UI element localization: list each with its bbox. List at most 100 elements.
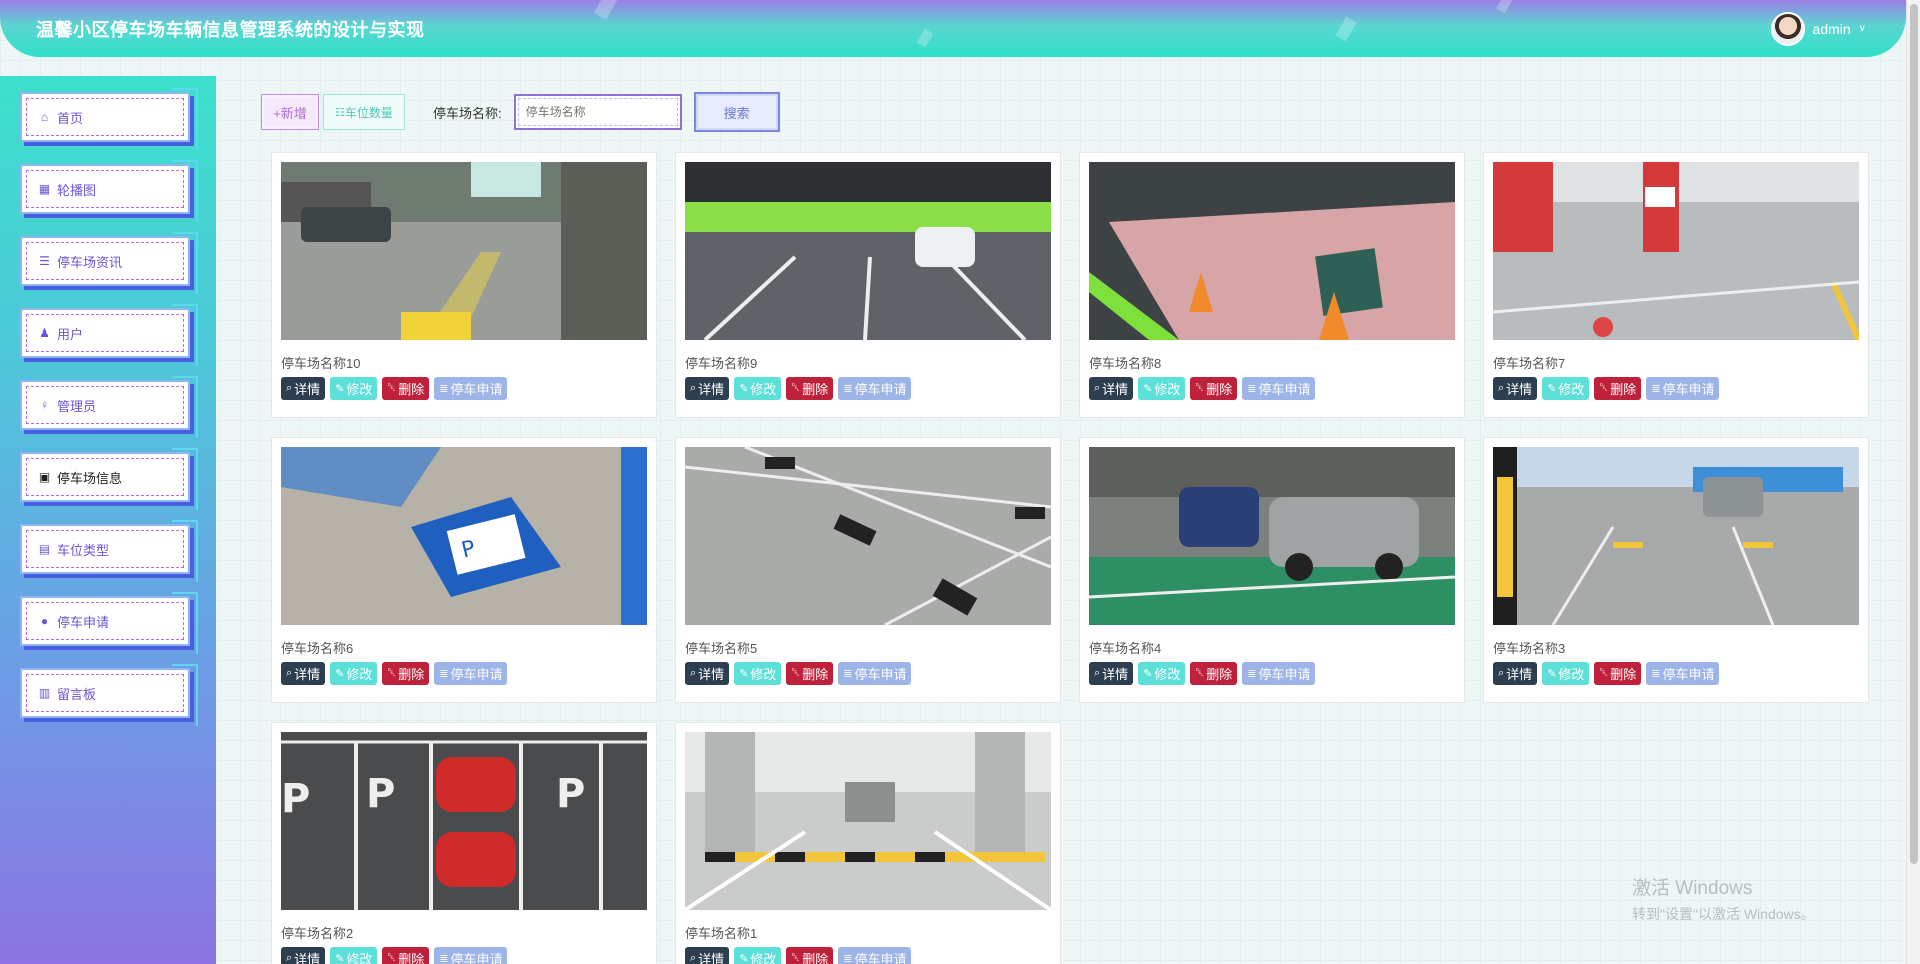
svg-text:P: P xyxy=(281,776,310,822)
parking-apply-button[interactable]: ≣ 停车申请 xyxy=(838,377,912,400)
detail-label: 详情 xyxy=(698,382,725,397)
svg-text:P: P xyxy=(556,771,585,817)
edit-button[interactable]: ✎ 修改 xyxy=(734,662,782,685)
watermark-line2: 转到"设置"以激活 Windows。 xyxy=(1632,906,1815,922)
pencil-icon: ✎ xyxy=(335,383,345,395)
sidebar-item-label: 管理员 xyxy=(57,398,97,414)
detail-button[interactable]: ⌕ 详情 xyxy=(685,377,730,400)
parking-lot-image[interactable] xyxy=(1089,447,1455,625)
pencil-icon: ✎ xyxy=(1547,383,1557,395)
sidebar-item-users[interactable]: ♟ 用户 xyxy=(20,304,198,366)
parking-lot-name: 停车场名称10 xyxy=(281,356,361,371)
detail-button[interactable]: ⌕ 详情 xyxy=(1089,662,1134,685)
delete-label: 删除 xyxy=(1206,667,1233,682)
sidebar-item-carousel[interactable]: ▦ 轮播图 xyxy=(20,160,198,222)
parking-lot-image[interactable]: PPP xyxy=(281,732,647,910)
sidebar-item-home[interactable]: ⌂ 首页 xyxy=(20,88,198,150)
sidebar-item-space-types[interactable]: ▤ 车位类型 xyxy=(20,520,198,582)
apply-label: 停车申请 xyxy=(1662,667,1715,682)
detail-button[interactable]: ⌕ 详情 xyxy=(281,662,326,685)
detail-button[interactable]: ⌕ 详情 xyxy=(1089,377,1134,400)
sidebar-item-message-board[interactable]: ▥ 留言板 xyxy=(20,664,198,726)
edit-label: 修改 xyxy=(1154,667,1181,682)
edit-label: 修改 xyxy=(750,952,777,964)
edit-button[interactable]: ✎ 修改 xyxy=(330,377,378,400)
detail-button[interactable]: ⌕ 详情 xyxy=(281,377,326,400)
search-input[interactable] xyxy=(513,94,682,130)
parking-lot-image[interactable] xyxy=(685,732,1051,910)
sidebar-item-parking-apply[interactable]: ● 停车申请 xyxy=(20,592,198,654)
parking-apply-button[interactable]: ≣ 停车申请 xyxy=(1646,377,1720,400)
parking-lot-image[interactable] xyxy=(1089,162,1455,340)
search-icon: ⌕ xyxy=(690,667,697,679)
parking-icon: ▣ xyxy=(38,470,51,484)
sidebar-item-parking-info[interactable]: ▣ 停车场信息 xyxy=(20,448,198,510)
sidebar-item-label: 轮播图 xyxy=(57,182,97,198)
detail-button[interactable]: ⌕ 详情 xyxy=(1493,662,1538,685)
edit-label: 修改 xyxy=(1558,382,1585,397)
detail-button[interactable]: ⌕ 详情 xyxy=(685,947,730,964)
user-menu[interactable]: admin ∨ xyxy=(1770,11,1866,46)
delete-button[interactable]: ␡ 删除 xyxy=(786,377,834,400)
edit-button[interactable]: ✎ 修改 xyxy=(734,947,782,964)
delete-button[interactable]: ␡ 删除 xyxy=(786,947,834,964)
pencil-icon: ✎ xyxy=(1143,383,1153,395)
edit-button[interactable]: ✎ 修改 xyxy=(1138,662,1186,685)
delete-button[interactable]: ␡ 删除 xyxy=(1594,377,1642,400)
delete-button[interactable]: ␡ 删除 xyxy=(382,947,430,964)
sidebar-item-news[interactable]: ☰ 停车场资讯 xyxy=(20,232,198,294)
card-actions: ⌕ 详情 ✎ 修改 ␡ 删除 ≣ 停车申请 xyxy=(281,377,508,400)
search-icon: ⌕ xyxy=(286,382,293,394)
avatar xyxy=(1770,11,1805,46)
delete-button[interactable]: ␡ 删除 xyxy=(1594,662,1642,685)
edit-button[interactable]: ✎ 修改 xyxy=(330,662,378,685)
space-count-button[interactable]: ☷ 车位数量 xyxy=(323,94,405,130)
search-button[interactable]: 搜索 xyxy=(693,92,780,132)
vertical-scrollbar[interactable] xyxy=(1906,0,1920,964)
parking-apply-button[interactable]: ≣ 停车申请 xyxy=(1646,662,1720,685)
delete-label: 删除 xyxy=(802,667,829,682)
parking-apply-button[interactable]: ≣ 停车申请 xyxy=(838,947,912,964)
edit-button[interactable]: ✎ 修改 xyxy=(734,377,782,400)
parking-lot-image[interactable] xyxy=(1493,162,1859,340)
trash-icon: ␡ xyxy=(1195,667,1205,679)
detail-button[interactable]: ⌕ 详情 xyxy=(1493,377,1538,400)
parking-apply-button[interactable]: ≣ 停车申请 xyxy=(1242,377,1316,400)
edit-button[interactable]: ✎ 修改 xyxy=(1138,377,1186,400)
document-icon: ≣ xyxy=(843,668,853,680)
edit-label: 修改 xyxy=(346,952,373,964)
parking-apply-button[interactable]: ≣ 停车申请 xyxy=(434,662,508,685)
parking-lot-image[interactable] xyxy=(1493,447,1859,625)
trash-icon: ␡ xyxy=(791,952,801,964)
parking-apply-button[interactable]: ≣ 停车申请 xyxy=(434,377,508,400)
detail-label: 详情 xyxy=(698,952,725,964)
parking-lot-image[interactable] xyxy=(685,162,1051,340)
detail-button[interactable]: ⌕ 详情 xyxy=(685,662,730,685)
parking-apply-button[interactable]: ≣ 停车申请 xyxy=(1242,662,1316,685)
sidebar-item-admins[interactable]: ♀ 管理员 xyxy=(20,376,198,438)
edit-label: 修改 xyxy=(346,382,373,397)
detail-button[interactable]: ⌕ 详情 xyxy=(281,947,326,964)
parking-apply-button[interactable]: ≣ 停车申请 xyxy=(838,662,912,685)
parking-apply-button[interactable]: ≣ 停车申请 xyxy=(434,947,508,964)
parking-card: 停车场名称1 ⌕ 详情 ✎ 修改 ␡ 删除 ≣ 停车申请 xyxy=(675,722,1061,964)
edit-button[interactable]: ✎ 修改 xyxy=(1542,662,1590,685)
delete-button[interactable]: ␡ 删除 xyxy=(382,377,430,400)
edit-button[interactable]: ✎ 修改 xyxy=(1542,377,1590,400)
parking-lot-image[interactable] xyxy=(685,447,1051,625)
parking-lot-image[interactable]: P xyxy=(281,447,647,625)
trash-icon: ␡ xyxy=(791,382,801,394)
delete-button[interactable]: ␡ 删除 xyxy=(1190,662,1238,685)
parking-lot-name: 停车场名称7 xyxy=(1493,356,1566,371)
parking-lot-image[interactable] xyxy=(281,162,647,340)
delete-button[interactable]: ␡ 删除 xyxy=(382,662,430,685)
delete-label: 删除 xyxy=(398,382,425,397)
delete-button[interactable]: ␡ 删除 xyxy=(786,662,834,685)
pencil-icon: ✎ xyxy=(335,668,345,680)
edit-button[interactable]: ✎ 修改 xyxy=(330,947,378,964)
apply-label: 停车申请 xyxy=(854,952,907,964)
add-button[interactable]: +新增 xyxy=(261,94,319,130)
search-icon: ⌕ xyxy=(286,667,293,679)
home-icon: ⌂ xyxy=(40,110,49,124)
delete-button[interactable]: ␡ 删除 xyxy=(1190,377,1238,400)
